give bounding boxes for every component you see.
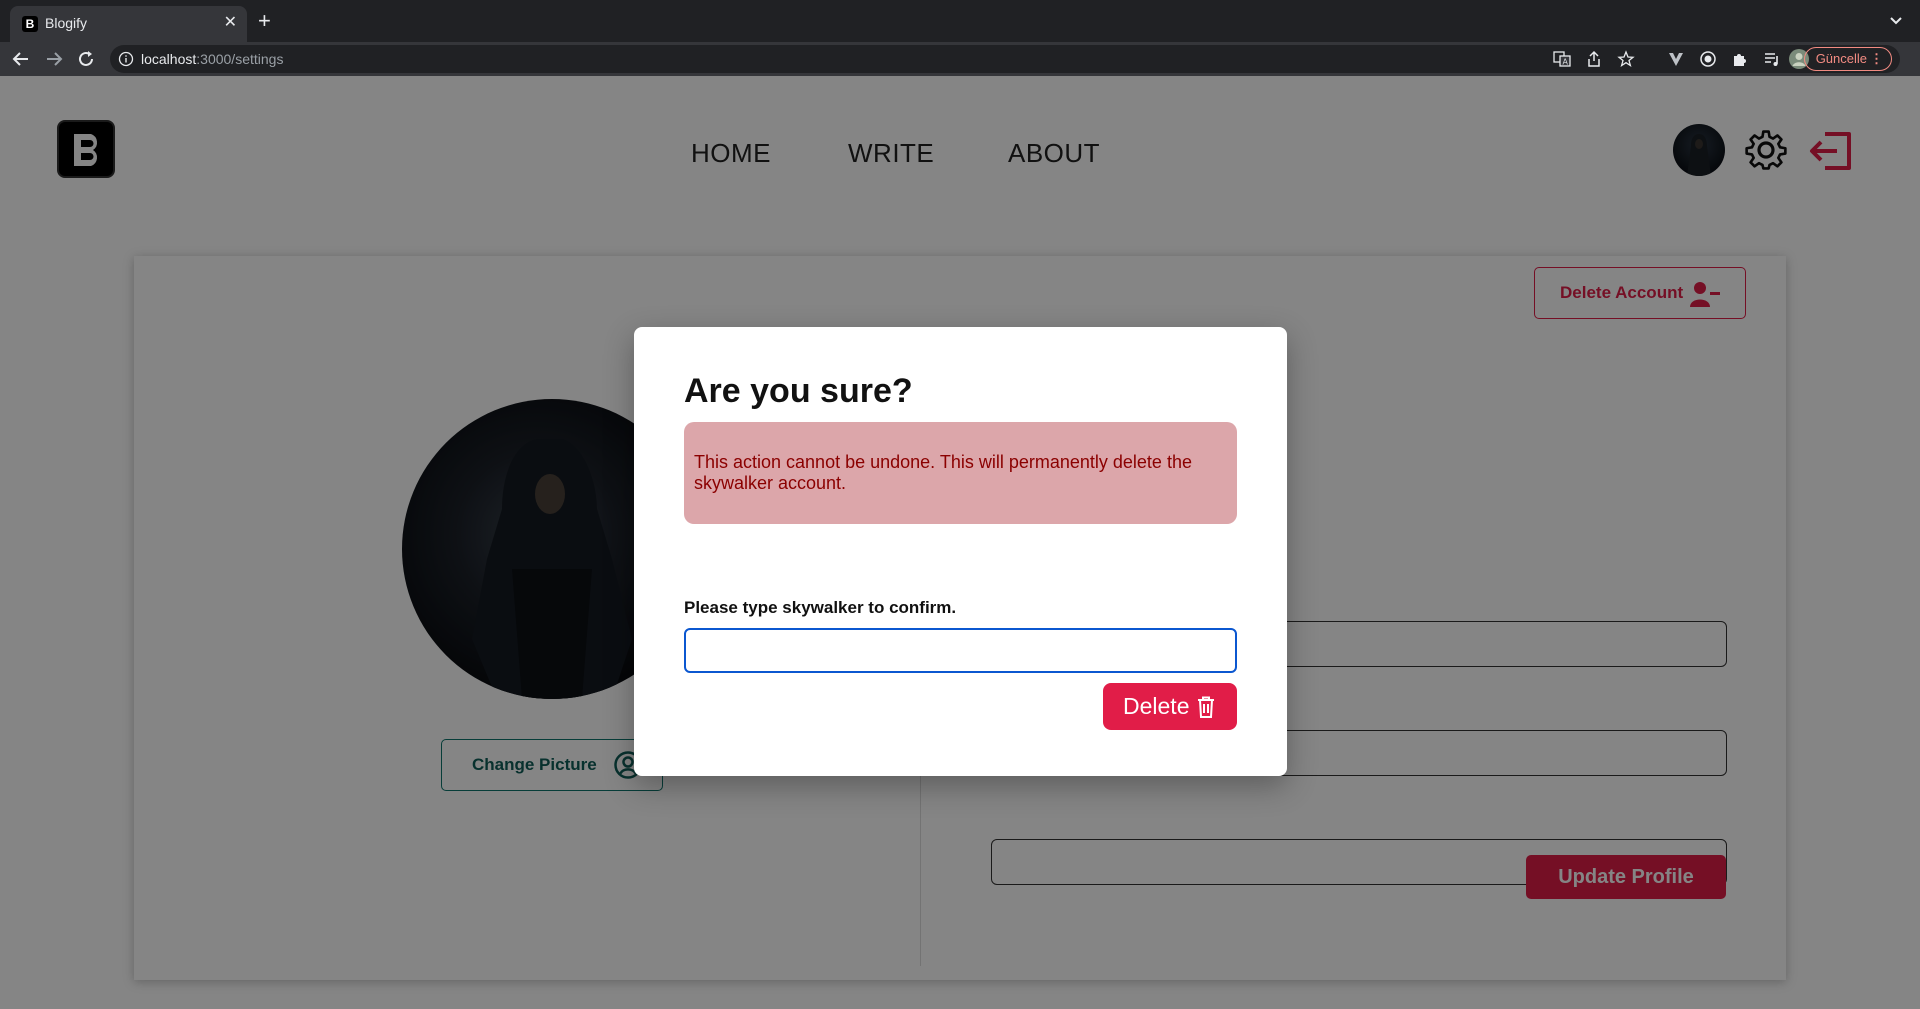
confirm-label: Please type skywalker to confirm. (684, 598, 957, 617)
blogify-favicon-icon: B (22, 16, 38, 32)
star-icon[interactable] (1617, 50, 1635, 68)
record-icon[interactable] (1699, 50, 1717, 68)
new-tab-button[interactable]: + (258, 8, 271, 34)
share-icon[interactable] (1585, 50, 1603, 68)
browser-toolbar: localhost:3000/settings A Güncelle ⋮ (0, 42, 1920, 76)
warning-alert: This action cannot be undone. This will … (684, 422, 1237, 524)
back-arrow-icon[interactable] (10, 48, 32, 70)
address-bar[interactable]: localhost:3000/settings A Güncelle ⋮ (110, 45, 1900, 73)
translate-icon[interactable]: A (1553, 50, 1571, 68)
browser-tab-bar: B Blogify ✕ + (0, 0, 1920, 42)
queue-icon[interactable] (1763, 50, 1781, 68)
vuetify-icon[interactable] (1667, 50, 1685, 68)
modal-title: Are you sure? (684, 372, 913, 410)
forward-arrow-icon[interactable] (43, 48, 65, 70)
info-icon[interactable] (118, 51, 134, 67)
delete-button[interactable]: Delete (1103, 683, 1237, 730)
url-path: :3000/settings (196, 51, 284, 67)
tab-close-icon[interactable]: ✕ (224, 13, 237, 33)
reload-icon[interactable] (75, 48, 97, 70)
tab-title: Blogify (45, 15, 88, 31)
browser-tab[interactable]: B Blogify ✕ (10, 6, 247, 42)
tab-search-chevron-icon[interactable] (1886, 10, 1906, 30)
confirm-input[interactable] (684, 628, 1237, 673)
browser-menu-icon[interactable]: ⋮ (1870, 48, 1883, 70)
trash-icon (1198, 696, 1214, 718)
extensions-icon[interactable] (1731, 50, 1749, 68)
delete-confirm-modal: Are you sure? This action cannot be undo… (634, 327, 1287, 776)
svg-text:A: A (1563, 58, 1569, 67)
url-host: localhost (141, 51, 197, 67)
url-text: localhost:3000/settings (141, 51, 283, 67)
update-label: Güncelle (1815, 51, 1867, 66)
update-browser-button[interactable]: Güncelle ⋮ (1803, 47, 1892, 71)
delete-label: Delete (1123, 693, 1190, 719)
